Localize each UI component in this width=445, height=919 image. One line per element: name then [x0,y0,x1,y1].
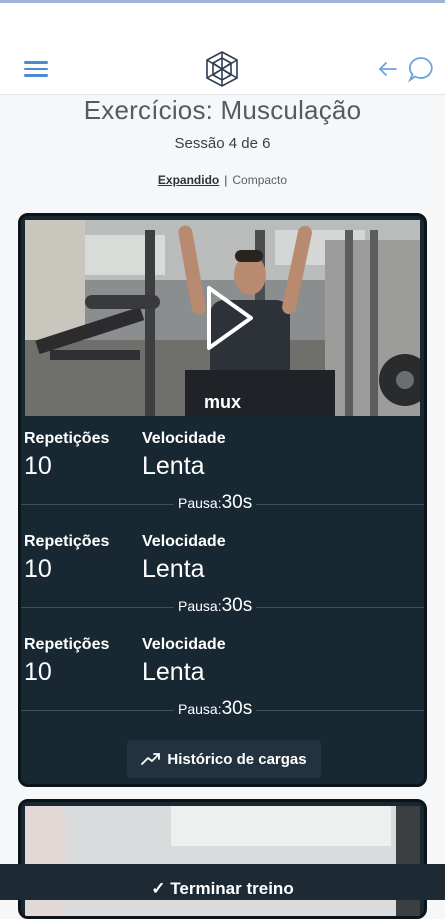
speed-value: Lenta [142,555,205,583]
video-label: mux [203,392,241,412]
view-separator: | [224,173,228,187]
chat-bubble-icon[interactable] [407,55,435,83]
exercise-video[interactable]: mux [25,220,420,416]
exercise-card: mux Repetições Velocidade 10 Lenta Pausa… [18,213,427,787]
app-header [0,3,445,95]
reps-label: Repetições [24,533,110,550]
trending-up-icon [141,753,161,765]
set-row: Repetições Velocidade 10 Lenta Pausa:30s [21,636,424,740]
page-title: Exercícios: Musculação [83,95,362,125]
speed-value: Lenta [142,452,205,480]
pause-label: Pausa: [178,598,222,614]
finish-workout-button[interactable]: ✓ Terminar treino [0,864,445,900]
view-toggle: Expandido | Compacto [0,173,445,187]
pause-indicator: Pausa:30s [174,698,257,720]
reps-label: Repetições [24,430,110,447]
set-row: Repetições Velocidade 10 Lenta Pausa:30s [21,430,424,534]
pause-label: Pausa: [178,701,222,717]
reps-label: Repetições [24,636,110,653]
speed-value: Lenta [142,658,205,686]
reps-value: 10 [24,658,52,686]
view-expanded-link[interactable]: Expandido [158,173,219,187]
speed-label: Velocidade [142,430,226,447]
geodesic-logo-icon[interactable] [203,50,241,88]
set-row: Repetições Velocidade 10 Lenta Pausa:30s [21,533,424,637]
hamburger-menu-icon[interactable] [24,61,48,79]
pause-value: 30s [221,492,253,513]
view-compact-link[interactable]: Compacto [232,173,287,187]
reps-value: 10 [24,452,52,480]
history-button[interactable]: Histórico de cargas [127,740,321,778]
reps-value: 10 [24,555,52,583]
exercise-card-next [18,799,427,919]
pause-label: Pausa: [178,495,222,511]
arrow-left-icon[interactable] [377,58,399,80]
speed-label: Velocidade [142,533,226,550]
speed-label: Velocidade [142,636,226,653]
video-thumbnail [25,220,420,416]
pause-value: 30s [221,595,253,616]
pause-indicator: Pausa:30s [174,492,257,514]
history-button-label: Histórico de cargas [167,750,307,768]
pause-indicator: Pausa:30s [174,595,257,617]
pause-value: 30s [221,698,253,719]
session-counter: Sessão 4 de 6 [174,135,271,152]
video-thumbnail-next[interactable] [21,802,424,919]
